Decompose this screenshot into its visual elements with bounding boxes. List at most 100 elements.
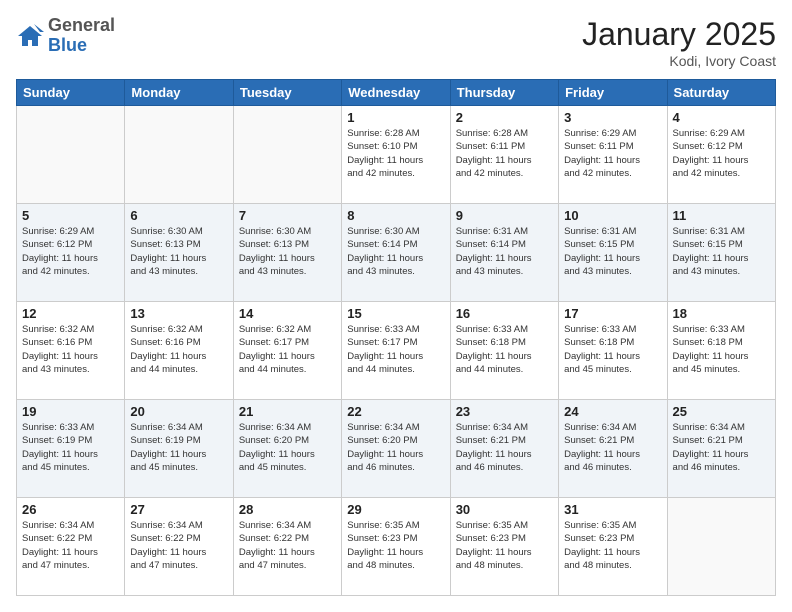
table-row: 7 Sunrise: 6:30 AM Sunset: 6:13 PM Daylig… [233,204,341,302]
table-row: 15Sunrise: 6:33 AM Sunset: 6:17 PM Dayli… [342,302,450,400]
day-number: 9 [456,208,553,223]
day-info: Sunrise: 6:33 AM Sunset: 6:18 PM Dayligh… [456,323,553,376]
day-info: Sunrise: 6:30 AM Sunset: 6:13 PM Dayligh… [239,225,336,278]
day-info: Sunrise: 6:30 AM Sunset: 6:14 PM Dayligh… [347,225,444,278]
table-row: 3Sunrise: 6:29 AM Sunset: 6:11 PM Daylig… [559,106,667,204]
header: General Blue January 2025 Kodi, Ivory Co… [16,16,776,69]
table-row: 25 Sunrise: 6:34 AM Sunset: 6:21 PM Dayli… [667,400,775,498]
day-info: Sunrise: 6:30 AM Sunset: 6:13 PM Dayligh… [130,225,227,278]
day-number: 26 [22,502,119,517]
day-number: 12 [22,306,119,321]
table-row [233,106,341,204]
table-row: 6 Sunrise: 6:30 AM Sunset: 6:13 PM Daylig… [125,204,233,302]
calendar-week-row: 26 Sunrise: 6:34 AM Sunset: 6:22 PM Dayli… [17,498,776,596]
logo-text: General Blue [48,16,115,56]
page: General Blue January 2025 Kodi, Ivory Co… [0,0,792,612]
table-row: 21 Sunrise: 6:34 AM Sunset: 6:20 PM Dayli… [233,400,341,498]
day-info: Sunrise: 6:33 AM Sunset: 6:19 PM Dayligh… [22,421,119,474]
day-number: 25 [673,404,770,419]
table-row: 14 Sunrise: 6:32 AM Sunset: 6:17 PM Dayli… [233,302,341,400]
day-number: 6 [130,208,227,223]
day-info: Sunrise: 6:35 AM Sunset: 6:23 PM Dayligh… [564,519,661,572]
day-number: 8 [347,208,444,223]
calendar-week-row: 1Sunrise: 6:28 AM Sunset: 6:10 PM Daylig… [17,106,776,204]
day-number: 5 [22,208,119,223]
day-info: Sunrise: 6:34 AM Sunset: 6:20 PM Dayligh… [239,421,336,474]
day-number: 19 [22,404,119,419]
table-row [667,498,775,596]
logo: General Blue [16,16,115,56]
day-info: Sunrise: 6:34 AM Sunset: 6:21 PM Dayligh… [673,421,770,474]
day-info: Sunrise: 6:34 AM Sunset: 6:22 PM Dayligh… [239,519,336,572]
table-row: 10 Sunrise: 6:31 AM Sunset: 6:15 PM Dayli… [559,204,667,302]
col-sunday: Sunday [17,80,125,106]
day-number: 18 [673,306,770,321]
table-row: 28 Sunrise: 6:34 AM Sunset: 6:22 PM Dayli… [233,498,341,596]
table-row: 29 Sunrise: 6:35 AM Sunset: 6:23 PM Dayli… [342,498,450,596]
col-saturday: Saturday [667,80,775,106]
day-number: 4 [673,110,770,125]
day-number: 21 [239,404,336,419]
col-thursday: Thursday [450,80,558,106]
table-row: 31 Sunrise: 6:35 AM Sunset: 6:23 PM Dayli… [559,498,667,596]
title-block: January 2025 Kodi, Ivory Coast [582,16,776,69]
table-row: 8 Sunrise: 6:30 AM Sunset: 6:14 PM Daylig… [342,204,450,302]
calendar-table: Sunday Monday Tuesday Wednesday Thursday… [16,79,776,596]
table-row: 1Sunrise: 6:28 AM Sunset: 6:10 PM Daylig… [342,106,450,204]
day-number: 15 [347,306,444,321]
day-number: 13 [130,306,227,321]
table-row: 4 Sunrise: 6:29 AM Sunset: 6:12 PM Daylig… [667,106,775,204]
table-row: 11 Sunrise: 6:31 AM Sunset: 6:15 PM Dayli… [667,204,775,302]
day-info: Sunrise: 6:34 AM Sunset: 6:22 PM Dayligh… [130,519,227,572]
table-row: 18 Sunrise: 6:33 AM Sunset: 6:18 PM Dayli… [667,302,775,400]
day-info: Sunrise: 6:32 AM Sunset: 6:16 PM Dayligh… [22,323,119,376]
table-row: 9 Sunrise: 6:31 AM Sunset: 6:14 PM Daylig… [450,204,558,302]
month-title: January 2025 [582,16,776,53]
table-row: 30Sunrise: 6:35 AM Sunset: 6:23 PM Dayli… [450,498,558,596]
table-row: 5 Sunrise: 6:29 AM Sunset: 6:12 PM Daylig… [17,204,125,302]
table-row: 17Sunrise: 6:33 AM Sunset: 6:18 PM Dayli… [559,302,667,400]
table-row: 16 Sunrise: 6:33 AM Sunset: 6:18 PM Dayli… [450,302,558,400]
day-number: 11 [673,208,770,223]
table-row [17,106,125,204]
day-number: 22 [347,404,444,419]
day-info: Sunrise: 6:34 AM Sunset: 6:19 PM Dayligh… [130,421,227,474]
table-row: 27Sunrise: 6:34 AM Sunset: 6:22 PM Dayli… [125,498,233,596]
col-monday: Monday [125,80,233,106]
day-info: Sunrise: 6:35 AM Sunset: 6:23 PM Dayligh… [347,519,444,572]
calendar-header-row: Sunday Monday Tuesday Wednesday Thursday… [17,80,776,106]
table-row: 23Sunrise: 6:34 AM Sunset: 6:21 PM Dayli… [450,400,558,498]
day-info: Sunrise: 6:32 AM Sunset: 6:16 PM Dayligh… [130,323,227,376]
day-info: Sunrise: 6:31 AM Sunset: 6:15 PM Dayligh… [564,225,661,278]
day-number: 28 [239,502,336,517]
day-number: 23 [456,404,553,419]
col-tuesday: Tuesday [233,80,341,106]
day-number: 16 [456,306,553,321]
day-info: Sunrise: 6:34 AM Sunset: 6:20 PM Dayligh… [347,421,444,474]
col-friday: Friday [559,80,667,106]
day-info: Sunrise: 6:31 AM Sunset: 6:14 PM Dayligh… [456,225,553,278]
calendar-week-row: 5 Sunrise: 6:29 AM Sunset: 6:12 PM Daylig… [17,204,776,302]
day-number: 14 [239,306,336,321]
table-row: 20Sunrise: 6:34 AM Sunset: 6:19 PM Dayli… [125,400,233,498]
day-number: 31 [564,502,661,517]
calendar-week-row: 19 Sunrise: 6:33 AM Sunset: 6:19 PM Dayli… [17,400,776,498]
day-number: 7 [239,208,336,223]
calendar-week-row: 12 Sunrise: 6:32 AM Sunset: 6:16 PM Dayli… [17,302,776,400]
day-info: Sunrise: 6:31 AM Sunset: 6:15 PM Dayligh… [673,225,770,278]
day-number: 29 [347,502,444,517]
day-info: Sunrise: 6:29 AM Sunset: 6:11 PM Dayligh… [564,127,661,180]
logo-blue-text: Blue [48,35,87,55]
day-info: Sunrise: 6:29 AM Sunset: 6:12 PM Dayligh… [673,127,770,180]
day-info: Sunrise: 6:32 AM Sunset: 6:17 PM Dayligh… [239,323,336,376]
table-row [125,106,233,204]
table-row: 13 Sunrise: 6:32 AM Sunset: 6:16 PM Dayli… [125,302,233,400]
logo-icon [16,22,44,50]
day-number: 24 [564,404,661,419]
day-info: Sunrise: 6:33 AM Sunset: 6:18 PM Dayligh… [673,323,770,376]
table-row: 19 Sunrise: 6:33 AM Sunset: 6:19 PM Dayli… [17,400,125,498]
day-info: Sunrise: 6:29 AM Sunset: 6:12 PM Dayligh… [22,225,119,278]
logo-general-text: General [48,15,115,35]
day-number: 10 [564,208,661,223]
table-row: 22 Sunrise: 6:34 AM Sunset: 6:20 PM Dayli… [342,400,450,498]
